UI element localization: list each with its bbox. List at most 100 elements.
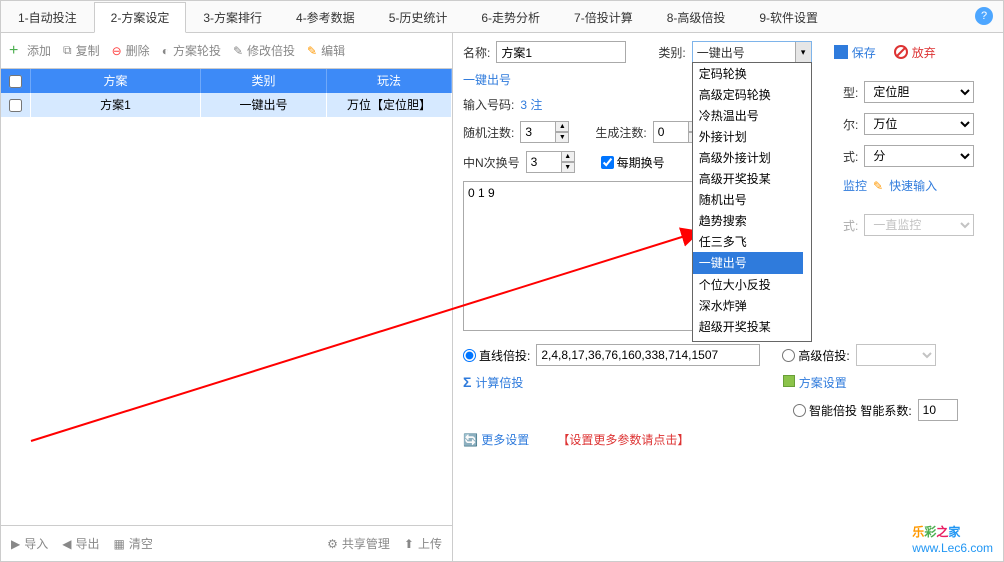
dropdown-item[interactable]: 趋势搜索 [693, 210, 811, 231]
row-checkbox[interactable] [9, 99, 22, 112]
cell-plan: 方案1 [31, 93, 201, 117]
type-label: 型: [843, 84, 858, 101]
discard-button[interactable]: 放弃 [894, 44, 936, 61]
gen-count-input[interactable] [653, 121, 689, 143]
pos-select[interactable]: 万位 [864, 113, 974, 135]
dropdown-item[interactable]: 高级外接计划 [693, 147, 811, 168]
every-period-checkbox[interactable]: 每期换号 [601, 154, 665, 171]
modify-bet-button[interactable]: ✎修改倍投 [233, 42, 295, 59]
smart-bet-radio[interactable]: 智能倍投 智能系数: [793, 402, 912, 419]
import-icon: ▶ [11, 537, 20, 551]
pencil-icon: ✎ [873, 179, 883, 193]
col-play[interactable]: 玩法 [327, 69, 452, 93]
adv-bet-radio[interactable]: 高级倍投: [782, 347, 849, 364]
left-footer: ▶导入 ◀导出 ▦清空 ⚙共享管理 ⬆上传 [1, 525, 452, 561]
export-icon: ◀ [62, 537, 71, 551]
brand-url: www.Lec6.com [912, 541, 993, 555]
tab-8[interactable]: 8-高级倍投 [650, 2, 743, 32]
settings-icon [783, 375, 795, 387]
spin-down[interactable]: ▼ [555, 132, 569, 143]
category-dropdown: 定码轮换高级定码轮换冷热温出号外接计划高级外接计划高级开奖投某随机出号趋势搜索任… [692, 62, 812, 342]
type-select[interactable]: 定位胆 [864, 81, 974, 103]
grid-body: 方案1 一键出号 万位【定位胆】 [1, 93, 452, 525]
more-settings-hint: 【设置更多参数请点击】 [557, 431, 689, 448]
tab-1[interactable]: 1-自动投注 [1, 2, 94, 32]
import-button[interactable]: ▶导入 [11, 535, 48, 552]
grid-header: 方案 类别 玩法 [1, 69, 452, 93]
dropdown-item[interactable]: 个位大小反投 [693, 274, 811, 295]
spin-up[interactable]: ▲ [555, 121, 569, 132]
category-combo-input[interactable] [692, 41, 812, 63]
rotate-button[interactable]: ◐方案轮投 [162, 42, 221, 59]
cell-category: 一键出号 [201, 93, 327, 117]
pencil-icon: ✎ [307, 44, 317, 58]
tab-9[interactable]: 9-软件设置 [742, 2, 835, 32]
dropdown-item[interactable]: 一键出号 [693, 252, 803, 274]
tab-6[interactable]: 6-走势分析 [464, 2, 557, 32]
dropdown-item[interactable]: 定码轮换 [693, 63, 811, 84]
main-tabs: 1-自动投注 2-方案设定 3-方案排行 4-参考数据 5-历史统计 6-走势分… [1, 1, 1003, 33]
col-plan[interactable]: 方案 [31, 69, 201, 93]
gear-icon: ⚙ [327, 537, 338, 551]
sigma-icon: Σ [463, 374, 471, 390]
dropdown-item[interactable]: 固定取码 [693, 337, 811, 342]
gen-count-label: 生成注数: [595, 124, 646, 141]
help-icon[interactable]: ? [975, 7, 993, 25]
smart-coef-input[interactable] [918, 399, 958, 421]
dropdown-item[interactable]: 深水炸弹 [693, 295, 811, 316]
mid-n-input[interactable] [526, 151, 562, 173]
tab-3[interactable]: 3-方案排行 [186, 2, 279, 32]
plan-settings-link[interactable]: 方案设置 [783, 374, 846, 391]
name-label: 名称: [463, 44, 490, 61]
copy-button[interactable]: ⧉复制 [63, 42, 100, 59]
spin-down[interactable]: ▼ [561, 162, 575, 173]
save-icon [834, 45, 848, 59]
tab-2[interactable]: 2-方案设定 [94, 2, 187, 33]
dropdown-item[interactable]: 高级定码轮换 [693, 84, 811, 105]
table-row[interactable]: 方案1 一键出号 万位【定位胆】 [1, 93, 452, 117]
share-button[interactable]: ⚙共享管理 [327, 535, 390, 552]
random-count-input[interactable] [520, 121, 556, 143]
dropdown-item[interactable]: 任三多飞 [693, 231, 811, 252]
col-category[interactable]: 类别 [201, 69, 327, 93]
random-count-label: 随机注数: [463, 124, 514, 141]
dropdown-item[interactable]: 高级开奖投某 [693, 168, 811, 189]
copy-icon: ⧉ [63, 43, 72, 58]
delete-button[interactable]: ⊖删除 [112, 42, 150, 59]
name-input[interactable] [496, 41, 626, 63]
edit-icon: ✎ [233, 44, 243, 58]
monitor-link[interactable]: 监控 [843, 177, 867, 194]
chevron-down-icon[interactable]: ▾ [795, 42, 811, 62]
line-bet-input[interactable] [536, 344, 760, 366]
line-bet-radio[interactable]: 直线倍投: [463, 347, 530, 364]
plus-icon: + [9, 44, 23, 58]
discard-icon [894, 45, 908, 59]
save-button[interactable]: 保存 [834, 44, 876, 61]
dropdown-item[interactable]: 外接计划 [693, 126, 811, 147]
mode-select: 一直监控 [864, 214, 974, 236]
category-combo[interactable]: ▾ 定码轮换高级定码轮换冷热温出号外接计划高级外接计划高级开奖投某随机出号趋势搜… [692, 41, 812, 63]
input-number-link[interactable]: 3 注 [520, 96, 542, 113]
dropdown-item[interactable]: 超级开奖投某 [693, 316, 811, 337]
clear-button[interactable]: ▦清空 [114, 535, 153, 552]
upload-button[interactable]: ⬆上传 [404, 535, 442, 552]
tab-4[interactable]: 4-参考数据 [279, 2, 372, 32]
select-all-checkbox[interactable] [9, 75, 22, 88]
edit-button[interactable]: ✎编辑 [307, 42, 345, 59]
mid-n-label: 中N次换号 [463, 154, 520, 171]
more-settings-link[interactable]: 🔄 更多设置 [463, 431, 529, 448]
unit-select[interactable]: 分 [864, 145, 974, 167]
dropdown-item[interactable]: 冷热温出号 [693, 105, 811, 126]
calc-bet-link[interactable]: Σ计算倍投 [463, 374, 523, 391]
dropdown-item[interactable]: 随机出号 [693, 189, 811, 210]
export-button[interactable]: ◀导出 [62, 535, 99, 552]
clear-icon: ▦ [114, 537, 125, 551]
tab-5[interactable]: 5-历史统计 [372, 2, 465, 32]
mode-label: 式: [843, 217, 858, 234]
adv-bet-select [856, 344, 936, 366]
fast-input-link[interactable]: 快速输入 [889, 177, 937, 194]
tab-7[interactable]: 7-倍投计算 [557, 2, 650, 32]
input-number-label: 输入号码: [463, 96, 514, 113]
spin-up[interactable]: ▲ [561, 151, 575, 162]
add-button[interactable]: +添加 [9, 42, 51, 59]
